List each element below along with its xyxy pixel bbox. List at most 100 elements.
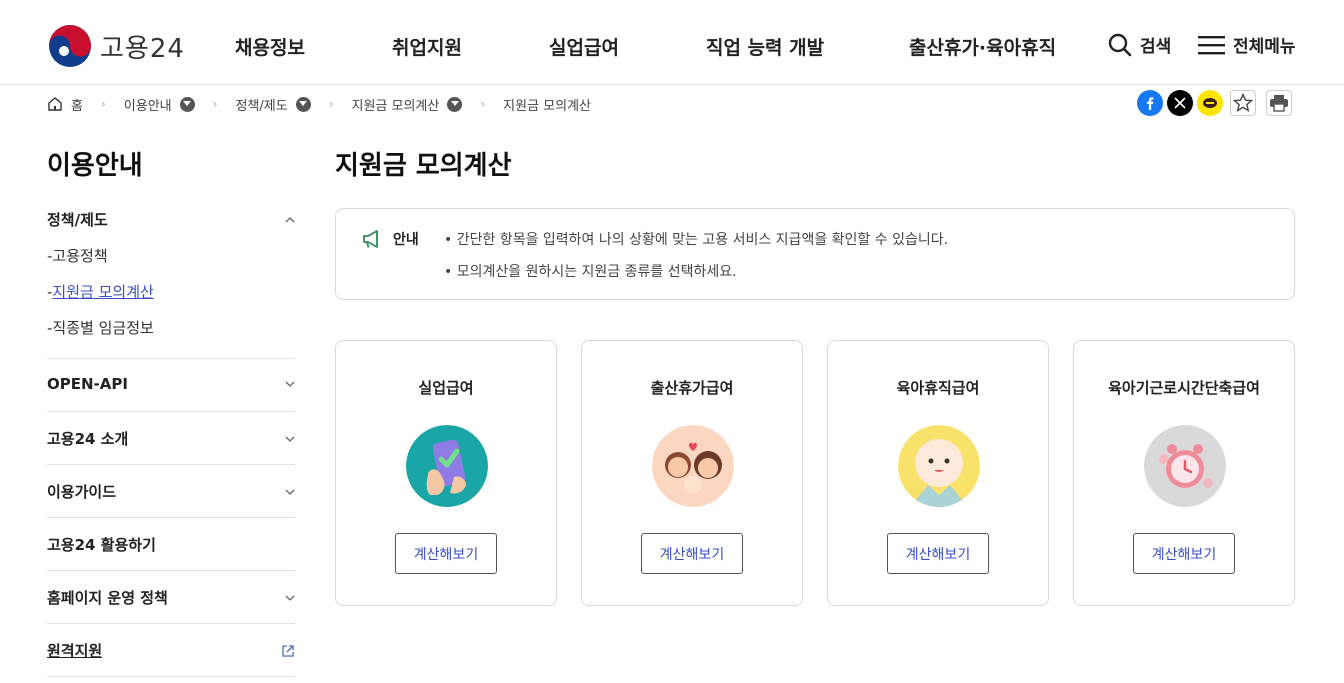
calculate-button[interactable]: 계산해보기 bbox=[641, 533, 743, 574]
sidebar-subitem-employment-policy[interactable]: -고용정책 bbox=[47, 245, 108, 266]
subsidy-card-unemployment: 실업급여 계산해보기 bbox=[335, 340, 557, 606]
notice-box: 안내 • 간단한 항목을 입력하여 나의 상황에 맞는 고용 서비스 지급액을 … bbox=[335, 208, 1295, 300]
sidebar-subitem-label: 직종별 임금정보 bbox=[52, 319, 154, 337]
search-icon bbox=[1108, 33, 1132, 56]
subsidy-card-parental-leave: 육아휴직급여 계산해보기 bbox=[827, 340, 1049, 606]
chevron-right-icon: › bbox=[480, 97, 486, 111]
chevron-down-icon bbox=[285, 489, 295, 495]
search-label: 검색 bbox=[1140, 37, 1172, 57]
gnb-item-jobs[interactable]: 채용정보 bbox=[235, 33, 305, 60]
divider bbox=[47, 623, 295, 624]
sidebar-subitem-label: 지원금 모의계산 bbox=[52, 283, 154, 301]
gnb-item-parental-leave[interactable]: 출산휴가·육아휴직 bbox=[909, 33, 1056, 60]
card-title: 실업급여 bbox=[418, 379, 474, 397]
breadcrumb-label: 정책/제도 bbox=[235, 98, 288, 114]
calculate-button[interactable]: 계산해보기 bbox=[395, 533, 497, 574]
alarm-clock-illustration bbox=[1144, 425, 1226, 507]
chevron-right-icon: › bbox=[328, 97, 334, 111]
sidebar-item-how-to-use[interactable]: 고용24 활용하기 bbox=[47, 534, 295, 555]
x-share-button[interactable] bbox=[1167, 90, 1193, 116]
breadcrumb-home[interactable]: 홈 bbox=[47, 95, 83, 114]
chevron-right-icon: › bbox=[100, 97, 106, 111]
card-title: 육아휴직급여 bbox=[896, 379, 980, 397]
x-icon bbox=[1174, 97, 1186, 109]
notice-label: 안내 bbox=[362, 229, 419, 249]
print-button[interactable] bbox=[1266, 90, 1292, 116]
divider bbox=[47, 676, 295, 677]
sidebar-item-label: 이용가이드 bbox=[47, 483, 117, 501]
sidebar-subitem-wage-info[interactable]: -직종별 임금정보 bbox=[47, 317, 154, 338]
divider bbox=[47, 517, 295, 518]
chevron-down-icon bbox=[285, 595, 295, 601]
sidebar-subitem-label: 고용정책 bbox=[52, 247, 108, 265]
breadcrumb-label: 이용안내 bbox=[123, 98, 172, 114]
chevron-down-icon[interactable] bbox=[447, 96, 463, 112]
sidebar-item-label: 원격지원 bbox=[47, 642, 103, 660]
sidebar-item-site-policy[interactable]: 홈페이지 운영 정책 bbox=[47, 587, 295, 608]
breadcrumb-current: 지원금 모의계산 bbox=[503, 95, 591, 114]
sidebar-item-user-guide[interactable]: 이용가이드 bbox=[47, 481, 295, 502]
breadcrumb-home-label: 홈 bbox=[71, 98, 83, 114]
sidebar-subitem-subsidy-calculator[interactable]: -지원금 모의계산 bbox=[47, 281, 154, 302]
sidebar-item-label: 정책/제도 bbox=[47, 211, 108, 229]
card-title: 육아기근로시간단축급여 bbox=[1108, 379, 1260, 397]
facebook-share-button[interactable] bbox=[1137, 90, 1163, 116]
sidebar-item-policy[interactable]: 정책/제도 bbox=[47, 209, 295, 230]
chevron-right-icon: › bbox=[212, 97, 218, 111]
breadcrumb-item-guide[interactable]: 이용안내 bbox=[124, 95, 195, 114]
sidebar-item-label: 홈페이지 운영 정책 bbox=[47, 589, 168, 607]
breadcrumb-label: 지원금 모의계산 bbox=[503, 98, 592, 114]
hamburger-icon bbox=[1198, 35, 1225, 54]
sidebar-item-label: 고용24 활용하기 bbox=[47, 536, 156, 554]
full-menu-button[interactable]: 전체메뉴 bbox=[1198, 32, 1296, 57]
breadcrumb-item-calculator[interactable]: 지원금 모의계산 bbox=[351, 95, 463, 114]
print-icon bbox=[1270, 95, 1288, 112]
site-header: 고용24 채용정보 취업지원 실업급여 직업 능력 개발 출산휴가·육아휴직 검… bbox=[0, 0, 1344, 85]
search-button[interactable]: 검색 bbox=[1108, 32, 1171, 57]
sidebar-item-open-api[interactable]: OPEN-API bbox=[47, 375, 295, 393]
calculate-button[interactable]: 계산해보기 bbox=[887, 533, 989, 574]
card-title: 출산휴가급여 bbox=[650, 379, 734, 397]
external-link-icon bbox=[282, 644, 294, 657]
gnb-item-unemployment-benefits[interactable]: 실업급여 bbox=[549, 33, 619, 60]
sidebar-item-label: 고용24 소개 bbox=[47, 430, 129, 448]
gnb-item-skills-development[interactable]: 직업 능력 개발 bbox=[706, 33, 824, 60]
notice-label-text: 안내 bbox=[393, 232, 419, 248]
notice-line: • 모의계산을 원하시는 지원금 종류를 선택하세요. bbox=[444, 261, 737, 281]
sidebar-item-about[interactable]: 고용24 소개 bbox=[47, 428, 295, 449]
sidebar-title: 이용안내 bbox=[47, 151, 143, 181]
bullet: • bbox=[444, 264, 457, 280]
divider bbox=[47, 570, 295, 571]
subsidy-card-reduced-hours: 육아기근로시간단축급여 계산해보기 bbox=[1073, 340, 1295, 606]
notice-line: • 간단한 항목을 입력하여 나의 상황에 맞는 고용 서비스 지급액을 확인할… bbox=[444, 229, 948, 249]
calculate-button[interactable]: 계산해보기 bbox=[1133, 533, 1235, 574]
kakaotalk-icon bbox=[1203, 98, 1217, 108]
notice-line-text: 간단한 항목을 입력하여 나의 상황에 맞는 고용 서비스 지급액을 확인할 수… bbox=[456, 232, 949, 248]
baby-illustration bbox=[898, 425, 980, 507]
divider bbox=[47, 411, 295, 412]
family-illustration bbox=[652, 425, 734, 507]
megaphone-icon bbox=[363, 230, 378, 248]
breadcrumb-label: 지원금 모의계산 bbox=[351, 98, 440, 114]
subsidy-card-maternity-leave: 출산휴가급여 계산해보기 bbox=[581, 340, 803, 606]
phone-check-illustration bbox=[406, 425, 488, 507]
sidebar-item-remote-support[interactable]: 원격지원 bbox=[47, 640, 295, 661]
facebook-icon bbox=[1147, 97, 1154, 110]
divider bbox=[47, 464, 295, 465]
kakaotalk-share-button[interactable] bbox=[1197, 90, 1223, 116]
star-icon bbox=[1233, 93, 1253, 112]
bookmark-button[interactable] bbox=[1230, 90, 1256, 116]
chevron-up-icon bbox=[285, 216, 295, 222]
chevron-down-icon[interactable] bbox=[295, 96, 311, 112]
chevron-down-icon bbox=[285, 381, 295, 387]
page-title: 지원금 모의계산 bbox=[335, 151, 512, 181]
home-icon bbox=[48, 97, 62, 111]
gnb-item-employment-support[interactable]: 취업지원 bbox=[392, 33, 462, 60]
chevron-down-icon[interactable] bbox=[179, 96, 195, 112]
breadcrumb-item-policy[interactable]: 정책/제도 bbox=[235, 95, 311, 114]
logo-text: 고용24 bbox=[100, 33, 185, 64]
chevron-down-icon bbox=[285, 436, 295, 442]
logo-mark-icon bbox=[49, 25, 91, 67]
bullet: • bbox=[444, 232, 457, 248]
logo[interactable]: 고용24 bbox=[48, 24, 185, 68]
